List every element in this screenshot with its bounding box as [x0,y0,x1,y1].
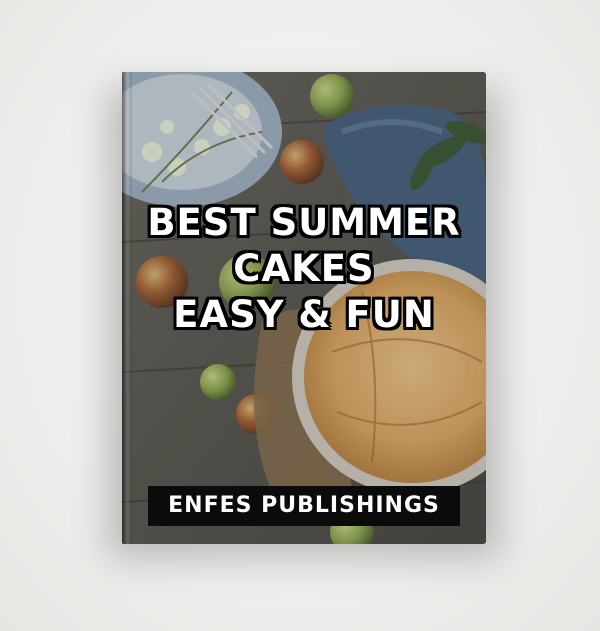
cover-title: BEST SUMMER CAKES EASY & FUN [122,200,486,338]
title-line-3: EASY & FUN [173,293,435,336]
book-cover: BEST SUMMER CAKES EASY & FUN ENFES PUBLI… [122,72,486,544]
title-line-2: CAKES [233,247,375,290]
title-line-1: BEST SUMMER [147,201,461,244]
publisher-label: ENFES PUBLISHINGS [148,486,460,526]
